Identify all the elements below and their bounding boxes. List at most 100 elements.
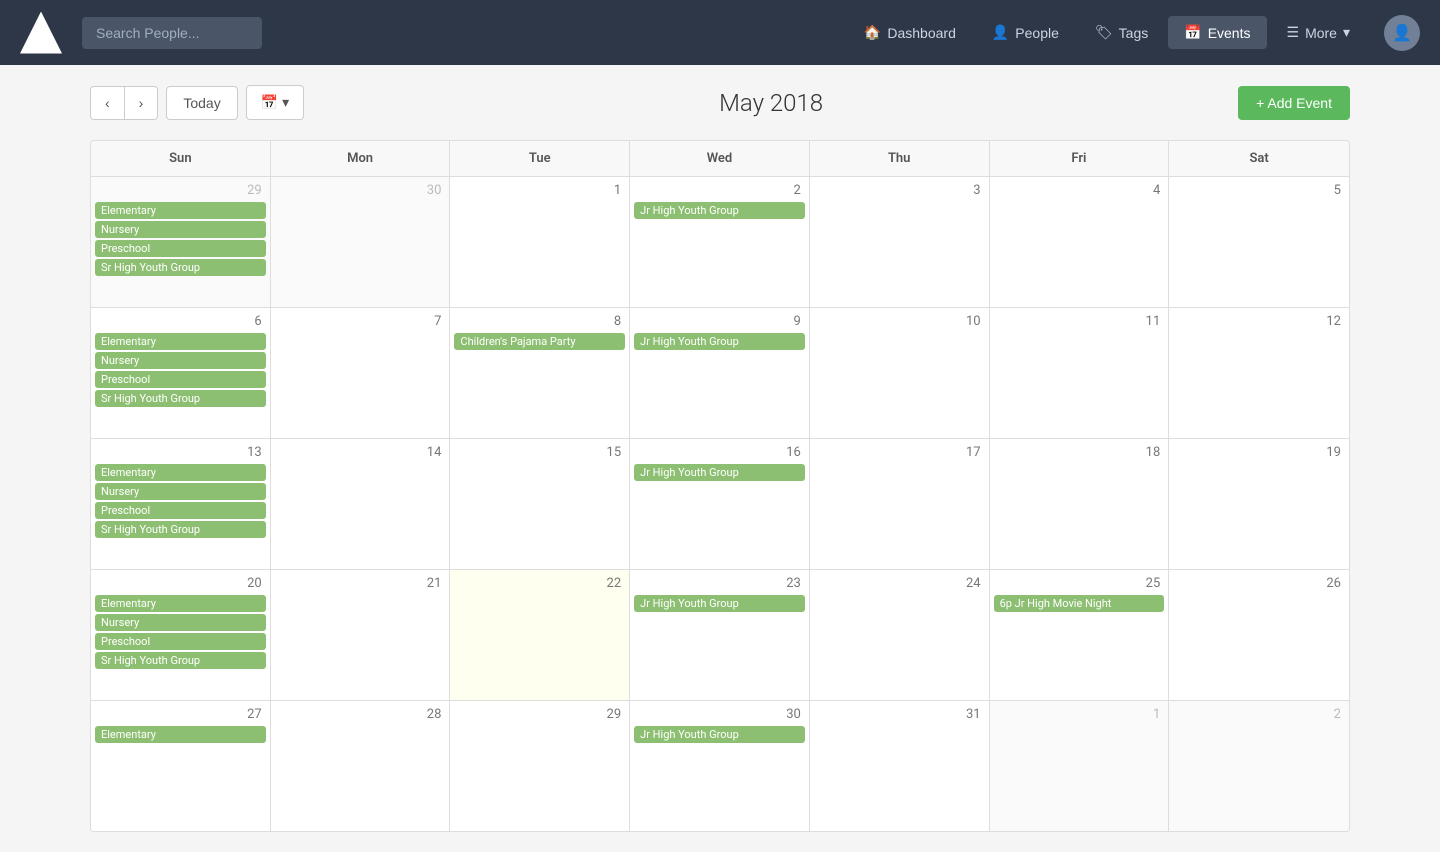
calendar-header-row: SunMonTueWedThuFriSat — [91, 141, 1349, 177]
calendar-day-cell[interactable]: 9Jr High Youth Group — [630, 308, 810, 438]
calendar-event[interactable]: Sr High Youth Group — [95, 259, 266, 276]
calendar-day-cell[interactable]: 1 — [450, 177, 630, 307]
calendar-event[interactable]: Children's Pajama Party — [454, 333, 625, 350]
calendar-event[interactable]: Nursery — [95, 614, 266, 631]
user-avatar[interactable]: 👤 — [1384, 15, 1420, 51]
calendar-day-cell[interactable]: 6ElementaryNurseryPreschoolSr High Youth… — [91, 308, 271, 438]
calendar-event[interactable]: Jr High Youth Group — [634, 202, 805, 219]
calendar-day-cell[interactable]: 15 — [450, 439, 630, 569]
today-button[interactable]: Today — [166, 86, 237, 120]
calendar-day-cell[interactable]: 24 — [810, 570, 990, 700]
calendar-event[interactable]: Nursery — [95, 483, 266, 500]
calendar-event[interactable]: Sr High Youth Group — [95, 521, 266, 538]
calendar-event[interactable]: Elementary — [95, 726, 266, 743]
day-number: 11 — [994, 312, 1165, 333]
day-number: 24 — [814, 574, 985, 595]
dashboard-icon: 🏠 — [864, 24, 881, 41]
day-number: 28 — [275, 705, 446, 726]
calendar-container: ‹ › Today 📅 ▾ May 2018 + Add Event SunMo… — [70, 65, 1370, 852]
calendar-day-cell[interactable]: 8Children's Pajama Party — [450, 308, 630, 438]
view-selector-button[interactable]: 📅 ▾ — [246, 85, 304, 120]
calendar-day-header: Mon — [271, 141, 451, 176]
calendar-day-cell[interactable]: 31 — [810, 701, 990, 831]
dashboard-nav-link[interactable]: 🏠 Dashboard — [848, 16, 972, 49]
day-number: 29 — [95, 181, 266, 202]
calendar-day-cell[interactable]: 29Elementary Nursery Preschool Sr High Yout… — [91, 177, 271, 307]
search-input[interactable] — [82, 17, 262, 49]
calendar-event[interactable]: Elementary — [95, 202, 266, 219]
day-number: 5 — [1173, 181, 1345, 202]
calendar-event[interactable]: Jr High Youth Group — [634, 595, 805, 612]
people-nav-link[interactable]: 👤 People — [976, 16, 1075, 49]
calendar-day-cell[interactable]: 2 — [1169, 701, 1349, 831]
calendar-event[interactable]: Sr High Youth Group — [95, 390, 266, 407]
calendar-day-cell[interactable]: 27Elementary — [91, 701, 271, 831]
calendar-day-header: Wed — [630, 141, 810, 176]
day-number: 2 — [1173, 705, 1345, 726]
calendar-week-row: 27Elementary282930Jr High Youth Group311… — [91, 701, 1349, 831]
calendar-day-cell[interactable]: 28 — [271, 701, 451, 831]
calendar-day-cell[interactable]: 30 — [271, 177, 451, 307]
calendar-event[interactable]: Preschool — [95, 502, 266, 519]
calendar-day-cell[interactable]: 10 — [810, 308, 990, 438]
calendar-day-cell[interactable]: 22 — [450, 570, 630, 700]
calendar-day-cell[interactable]: 256p Jr High Movie Night — [990, 570, 1170, 700]
calendar-day-cell[interactable]: 18 — [990, 439, 1170, 569]
tags-nav-link[interactable]: 🏷 Tags — [1079, 16, 1164, 49]
avatar-icon: 👤 — [1392, 23, 1412, 42]
calendar-day-cell[interactable]: 5 — [1169, 177, 1349, 307]
calendar-day-cell[interactable]: 11 — [990, 308, 1170, 438]
app-logo[interactable] — [20, 12, 62, 54]
calendar-event[interactable]: Sr High Youth Group — [95, 652, 266, 669]
calendar-event[interactable]: Nursery — [95, 352, 266, 369]
calendar-day-cell[interactable]: 4 — [990, 177, 1170, 307]
calendar-day-cell[interactable]: 12 — [1169, 308, 1349, 438]
calendar-day-cell[interactable]: 21 — [271, 570, 451, 700]
calendar-event[interactable]: Jr High Youth Group — [634, 464, 805, 481]
calendar-event[interactable]: 6p Jr High Movie Night — [994, 595, 1165, 612]
add-event-button[interactable]: + Add Event — [1238, 86, 1350, 120]
events-nav-link[interactable]: 📅 Events — [1168, 16, 1266, 49]
calendar-day-cell[interactable]: 19 — [1169, 439, 1349, 569]
calendar-event[interactable]: Elementary — [95, 464, 266, 481]
calendar-event[interactable]: Elementary — [95, 595, 266, 612]
day-number: 16 — [634, 443, 805, 464]
day-number: 20 — [95, 574, 266, 595]
prev-month-button[interactable]: ‹ — [91, 87, 125, 119]
calendar-day-cell[interactable]: 30Jr High Youth Group — [630, 701, 810, 831]
calendar-day-cell[interactable]: 16Jr High Youth Group — [630, 439, 810, 569]
calendar-day-cell[interactable]: 20Elementary Nursery Preschool Sr High Yout… — [91, 570, 271, 700]
calendar-event[interactable]: Preschool — [95, 371, 266, 388]
nav-links: 🏠 Dashboard 👤 People 🏷 Tags 📅 Events ☰ M… — [848, 16, 1366, 49]
calendar-event[interactable]: Jr High Youth Group — [634, 726, 805, 743]
calendar-event[interactable]: Preschool — [95, 633, 266, 650]
calendar-day-cell[interactable]: 14 — [271, 439, 451, 569]
calendar-day-cell[interactable]: 13ElementaryNurseryPreschoolSr High Yout… — [91, 439, 271, 569]
calendar-day-cell[interactable]: 23Jr High Youth Group — [630, 570, 810, 700]
day-number: 9 — [634, 312, 805, 333]
calendar-day-cell[interactable]: 17 — [810, 439, 990, 569]
day-number: 4 — [994, 181, 1165, 202]
calendar-day-cell[interactable]: 2Jr High Youth Group — [630, 177, 810, 307]
tags-icon: 🏷 — [1095, 24, 1113, 41]
calendar-day-cell[interactable]: 3 — [810, 177, 990, 307]
day-number: 17 — [814, 443, 985, 464]
more-label: More — [1305, 25, 1337, 41]
calendar-event[interactable]: Jr High Youth Group — [634, 333, 805, 350]
day-number: 18 — [994, 443, 1165, 464]
day-number: 29 — [454, 705, 625, 726]
calendar-day-cell[interactable]: 1 — [990, 701, 1170, 831]
next-month-button[interactable]: › — [125, 87, 158, 119]
calendar-day-cell[interactable]: 26 — [1169, 570, 1349, 700]
more-nav-link[interactable]: ☰ More ▾ — [1271, 16, 1367, 49]
cal-nav-buttons: ‹ › — [90, 86, 158, 120]
calendar-day-cell[interactable]: 29 — [450, 701, 630, 831]
calendar-day-cell[interactable]: 7 — [271, 308, 451, 438]
more-icon: ☰ — [1287, 24, 1300, 41]
calendar-event[interactable]: Elementary — [95, 333, 266, 350]
day-number: 27 — [95, 705, 266, 726]
calendar-toolbar: ‹ › Today 📅 ▾ May 2018 + Add Event — [90, 85, 1350, 120]
calendar-event[interactable]: Nursery — [95, 221, 266, 238]
calendar-event[interactable]: Preschool — [95, 240, 266, 257]
people-icon: 👤 — [992, 24, 1009, 41]
